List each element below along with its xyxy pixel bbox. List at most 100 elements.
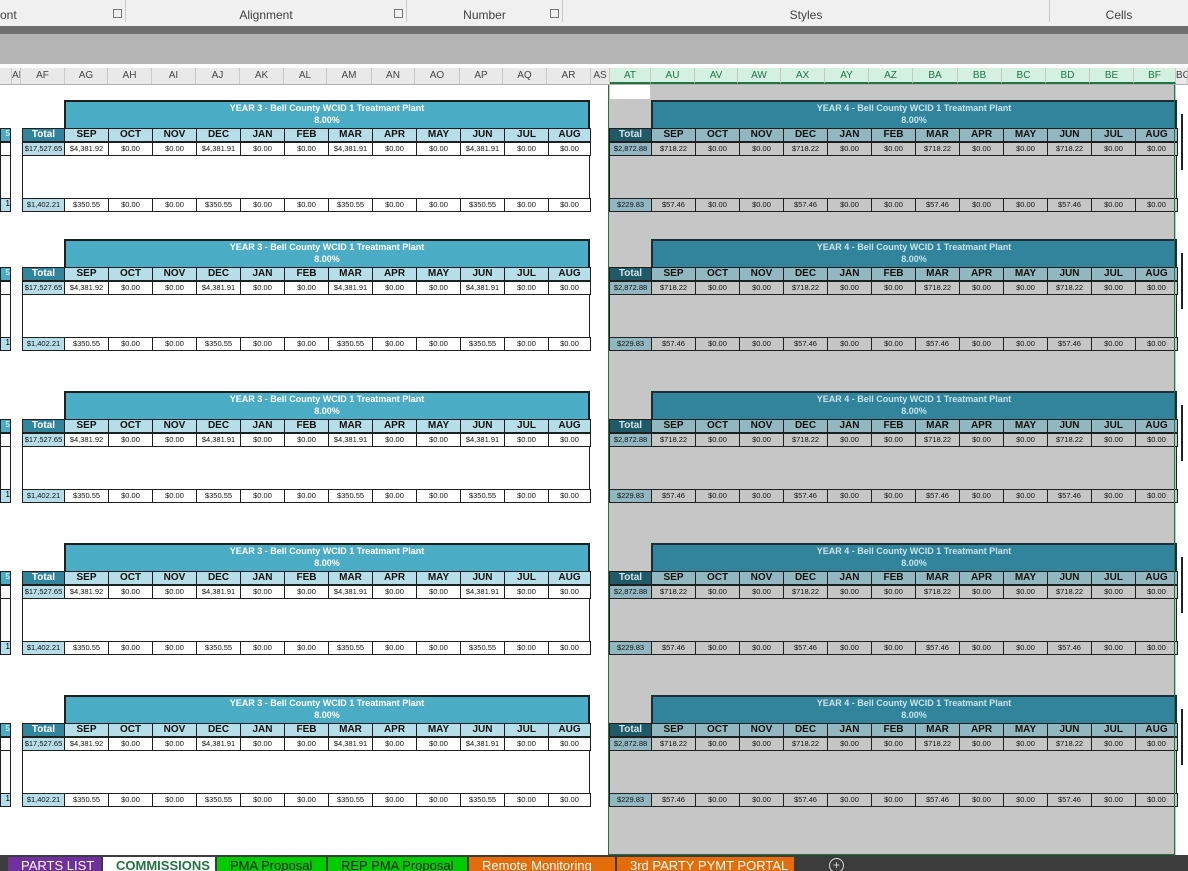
partial-column-cell[interactable] — [0, 585, 11, 599]
month-cell[interactable]: $0.00 — [959, 641, 1004, 655]
month-header-dec[interactable]: DEC — [196, 419, 241, 433]
month-cell[interactable]: $57.46 — [915, 641, 960, 655]
month-header-aug[interactable]: AUG — [1135, 267, 1178, 281]
total-header[interactable]: Total — [609, 128, 652, 142]
month-cell[interactable]: $0.00 — [108, 737, 153, 751]
month-cell[interactable]: $350.55 — [64, 337, 109, 351]
month-cell[interactable]: $4,381.91 — [460, 585, 505, 599]
month-cell[interactable]: $718.22 — [651, 433, 696, 447]
month-header-nov[interactable]: NOV — [152, 419, 197, 433]
month-header-dec[interactable]: DEC — [196, 571, 241, 585]
month-header-jun[interactable]: JUN — [460, 723, 505, 737]
month-cell[interactable]: $0.00 — [108, 142, 153, 156]
month-cell[interactable]: $718.22 — [651, 585, 696, 599]
month-cell[interactable]: $0.00 — [827, 793, 872, 807]
total-cell[interactable]: $2,872.88 — [609, 281, 652, 295]
month-header-apr[interactable]: APR — [372, 419, 417, 433]
month-header-mar[interactable]: MAR — [328, 128, 373, 142]
month-header-mar[interactable]: MAR — [915, 723, 960, 737]
month-cell[interactable]: $57.46 — [651, 793, 696, 807]
month-cell[interactable]: $718.22 — [1047, 281, 1092, 295]
blank-rows[interactable] — [22, 447, 590, 489]
worksheet-grid[interactable]: YEAR 3 - Bell County WCID 1 Treatmant Pl… — [0, 85, 1188, 855]
month-cell[interactable]: $0.00 — [1003, 198, 1048, 212]
month-cell[interactable]: $0.00 — [284, 489, 329, 503]
month-cell[interactable]: $57.46 — [783, 793, 828, 807]
month-cell[interactable]: $0.00 — [959, 737, 1004, 751]
month-cell[interactable]: $0.00 — [871, 641, 916, 655]
month-header-mar[interactable]: MAR — [328, 267, 373, 281]
column-header-az[interactable]: AZ — [869, 68, 913, 84]
month-cell[interactable]: $0.00 — [871, 281, 916, 295]
month-cell[interactable]: $0.00 — [416, 198, 461, 212]
month-cell[interactable]: $350.55 — [196, 337, 241, 351]
month-cell[interactable]: $4,381.91 — [196, 142, 241, 156]
month-header-sep[interactable]: SEP — [64, 267, 109, 281]
month-cell[interactable]: $0.00 — [695, 433, 740, 447]
month-cell[interactable]: $0.00 — [504, 281, 549, 295]
month-header-may[interactable]: MAY — [416, 128, 461, 142]
month-cell[interactable]: $0.00 — [1003, 793, 1048, 807]
month-header-may[interactable]: MAY — [1003, 128, 1048, 142]
month-header-jun[interactable]: JUN — [1047, 128, 1092, 142]
month-cell[interactable]: $0.00 — [1091, 281, 1136, 295]
month-cell[interactable]: $57.46 — [915, 337, 960, 351]
month-cell[interactable]: $0.00 — [739, 737, 784, 751]
month-header-may[interactable]: MAY — [1003, 571, 1048, 585]
partial-column-cell[interactable] — [0, 433, 11, 447]
partial-column-cell[interactable]: 5 — [0, 128, 11, 142]
month-header-jan[interactable]: JAN — [240, 571, 285, 585]
month-cell[interactable]: $0.00 — [152, 793, 197, 807]
ribbon-group-alignment[interactable]: Alignment — [126, 0, 407, 22]
month-cell[interactable]: $0.00 — [739, 489, 784, 503]
partial-column-cell[interactable]: 5 — [0, 723, 11, 737]
month-header-apr[interactable]: APR — [959, 571, 1004, 585]
partial-column-cell[interactable]: 1 — [0, 641, 11, 655]
month-cell[interactable]: $0.00 — [416, 737, 461, 751]
month-cell[interactable]: $718.22 — [1047, 433, 1092, 447]
month-header-mar[interactable]: MAR — [915, 571, 960, 585]
ribbon-group-cells[interactable]: Cells — [1050, 0, 1188, 22]
month-cell[interactable]: $0.00 — [1091, 737, 1136, 751]
partial-column-cell[interactable] — [0, 447, 11, 489]
month-cell[interactable]: $0.00 — [1135, 198, 1178, 212]
month-cell[interactable]: $4,381.91 — [196, 433, 241, 447]
month-cell[interactable]: $0.00 — [959, 489, 1004, 503]
month-header-nov[interactable]: NOV — [152, 267, 197, 281]
month-header-sep[interactable]: SEP — [651, 723, 696, 737]
month-header-nov[interactable]: NOV — [152, 128, 197, 142]
month-cell[interactable]: $57.46 — [651, 337, 696, 351]
month-header-nov[interactable]: NOV — [152, 571, 197, 585]
month-cell[interactable]: $0.00 — [871, 142, 916, 156]
month-cell[interactable]: $718.22 — [1047, 585, 1092, 599]
month-cell[interactable]: $4,381.92 — [64, 433, 109, 447]
column-header-bc[interactable]: BC — [1002, 68, 1046, 84]
column-header-partial[interactable] — [0, 68, 12, 84]
month-cell[interactable]: $4,381.91 — [328, 737, 373, 751]
sheet-tab-commissions[interactable]: COMMISSIONS — [103, 857, 215, 871]
column-header-ay[interactable]: AY — [825, 68, 869, 84]
month-cell[interactable]: $0.00 — [504, 641, 549, 655]
month-header-jul[interactable]: JUL — [504, 723, 549, 737]
month-cell[interactable]: $0.00 — [871, 737, 916, 751]
total-header[interactable]: Total — [609, 419, 652, 433]
total-cell[interactable]: $1,402.21 — [22, 489, 65, 503]
month-header-aug[interactable]: AUG — [548, 128, 591, 142]
column-header-af[interactable]: AF — [21, 68, 65, 84]
ribbon-group-font[interactable]: ont — [0, 0, 126, 22]
total-header[interactable]: Total — [22, 723, 65, 737]
month-header-aug[interactable]: AUG — [548, 267, 591, 281]
total-cell[interactable]: $1,402.21 — [22, 198, 65, 212]
month-header-nov[interactable]: NOV — [739, 419, 784, 433]
month-cell[interactable]: $350.55 — [328, 641, 373, 655]
month-cell[interactable]: $4,381.91 — [460, 142, 505, 156]
month-cell[interactable]: $0.00 — [240, 585, 285, 599]
sheet-tab-remote-monitoring[interactable]: Remote Monitoring — [469, 857, 615, 871]
month-header-sep[interactable]: SEP — [64, 419, 109, 433]
month-header-oct[interactable]: OCT — [695, 571, 740, 585]
total-header[interactable]: Total — [609, 267, 652, 281]
plus-circle-icon[interactable]: + — [829, 858, 844, 871]
month-cell[interactable]: $0.00 — [152, 489, 197, 503]
month-cell[interactable]: $350.55 — [460, 489, 505, 503]
total-cell[interactable]: $1,402.21 — [22, 337, 65, 351]
